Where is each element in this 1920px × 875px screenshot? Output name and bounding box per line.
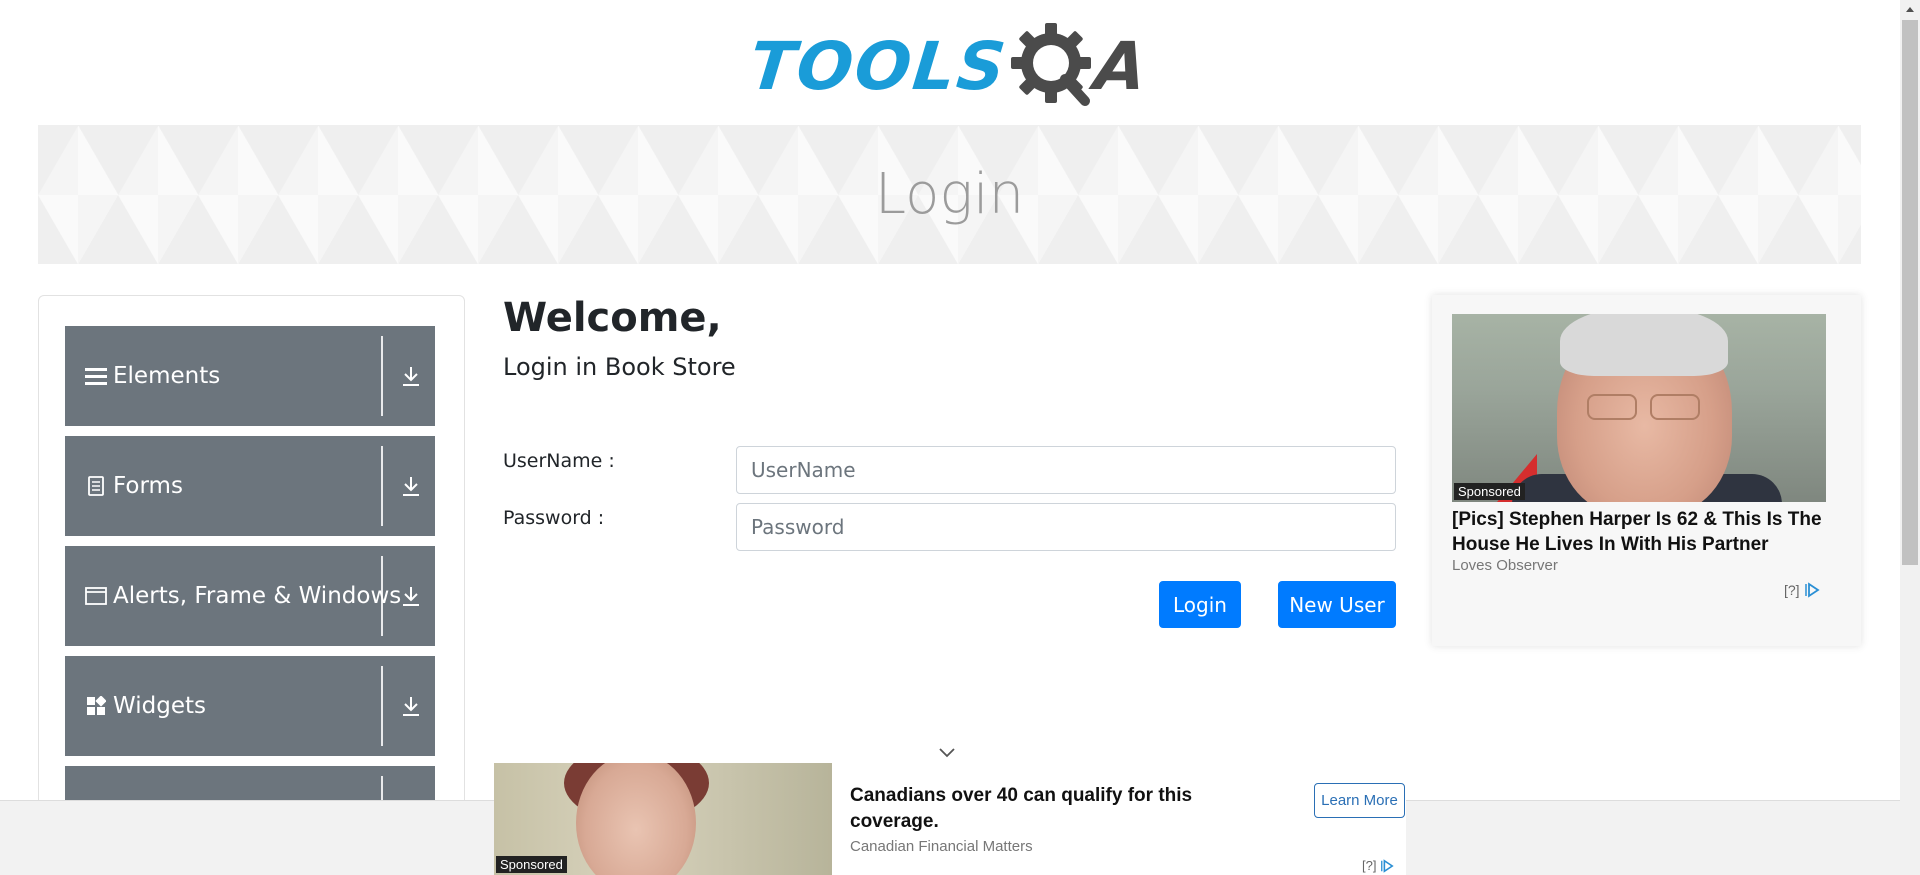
ad-image-glasses bbox=[1650, 394, 1700, 420]
chevron-down-icon[interactable] bbox=[937, 744, 957, 760]
download-arrow-icon[interactable] bbox=[397, 472, 425, 500]
sponsored-ad-right[interactable]: Sponsored [Pics] Stephen Harper Is 62 & … bbox=[1432, 295, 1861, 646]
sidebar-group-elements[interactable]: Elements bbox=[65, 326, 435, 426]
page-title: Login bbox=[874, 162, 1025, 227]
ad-image-face bbox=[576, 763, 696, 875]
ad-info-text[interactable]: [?] bbox=[1784, 582, 1800, 598]
vertical-scrollbar[interactable] bbox=[1900, 0, 1920, 875]
page-banner: Login bbox=[38, 125, 1861, 264]
group-divider bbox=[381, 666, 383, 746]
sidebar-group-label: Alerts, Frame & Windows bbox=[113, 583, 402, 609]
ad-image-hair bbox=[1560, 314, 1728, 376]
ad-info-text[interactable]: [?] bbox=[1362, 858, 1376, 873]
sidebar-group-label: Forms bbox=[113, 473, 183, 499]
download-arrow-icon[interactable] bbox=[397, 582, 425, 610]
gear-qa-logo-icon bbox=[1010, 23, 1091, 106]
welcome-heading: Welcome, bbox=[503, 295, 722, 341]
sponsored-ad-bottom[interactable]: Sponsored Canadians over 40 can qualify … bbox=[494, 763, 1406, 875]
sidebar-group-label: Widgets bbox=[113, 693, 206, 719]
scrollbar-thumb[interactable] bbox=[1902, 20, 1918, 565]
password-input[interactable] bbox=[736, 503, 1396, 551]
ad-image-glasses bbox=[1587, 394, 1637, 420]
learn-more-button[interactable]: Learn More bbox=[1314, 783, 1405, 818]
document-icon bbox=[85, 475, 107, 497]
logo-text-tools: TOOLS bbox=[745, 27, 1011, 105]
group-divider bbox=[381, 336, 383, 416]
scroll-up-arrow-icon[interactable] bbox=[1900, 0, 1920, 18]
ad-source[interactable]: Loves Observer bbox=[1452, 557, 1558, 574]
sidebar: Elements Forms Alerts, Frame & Windows W… bbox=[38, 295, 465, 875]
ad-image[interactable]: Sponsored bbox=[494, 763, 832, 875]
sponsored-badge: Sponsored bbox=[496, 856, 567, 873]
ad-title[interactable]: [Pics] Stephen Harper Is 62 & This Is Th… bbox=[1452, 507, 1832, 557]
ad-title[interactable]: Canadians over 40 can qualify for this c… bbox=[850, 783, 1240, 835]
sidebar-group-label: Elements bbox=[113, 363, 221, 389]
window-icon bbox=[85, 585, 107, 607]
adchoices-icon[interactable] bbox=[1380, 858, 1395, 873]
login-subtitle: Login in Book Store bbox=[503, 353, 736, 381]
username-label: UserName : bbox=[503, 450, 615, 472]
group-divider bbox=[381, 556, 383, 636]
login-button[interactable]: Login bbox=[1159, 581, 1241, 628]
sidebar-group-alerts[interactable]: Alerts, Frame & Windows bbox=[65, 546, 435, 646]
password-label: Password : bbox=[503, 507, 605, 529]
adchoices-icon[interactable] bbox=[1804, 582, 1820, 598]
ad-source[interactable]: Canadian Financial Matters bbox=[850, 838, 1033, 855]
sidebar-group-forms[interactable]: Forms bbox=[65, 436, 435, 536]
group-divider bbox=[381, 446, 383, 526]
widgets-grid-icon bbox=[85, 695, 107, 717]
sponsored-badge: Sponsored bbox=[1454, 483, 1525, 500]
download-arrow-icon[interactable] bbox=[397, 692, 425, 720]
logo-text-a: A bbox=[1090, 27, 1150, 105]
new-user-button[interactable]: New User bbox=[1278, 581, 1396, 628]
sidebar-group-widgets[interactable]: Widgets bbox=[65, 656, 435, 756]
ad-info[interactable]: [?] bbox=[1362, 858, 1395, 873]
download-arrow-icon[interactable] bbox=[397, 362, 425, 390]
toolsqa-logo[interactable]: TOOLS A bbox=[746, 18, 1155, 114]
ad-image[interactable]: Sponsored bbox=[1452, 314, 1826, 502]
username-input[interactable] bbox=[736, 446, 1396, 494]
menu-lines-icon bbox=[85, 365, 107, 387]
ad-info[interactable]: [?] bbox=[1784, 582, 1820, 598]
